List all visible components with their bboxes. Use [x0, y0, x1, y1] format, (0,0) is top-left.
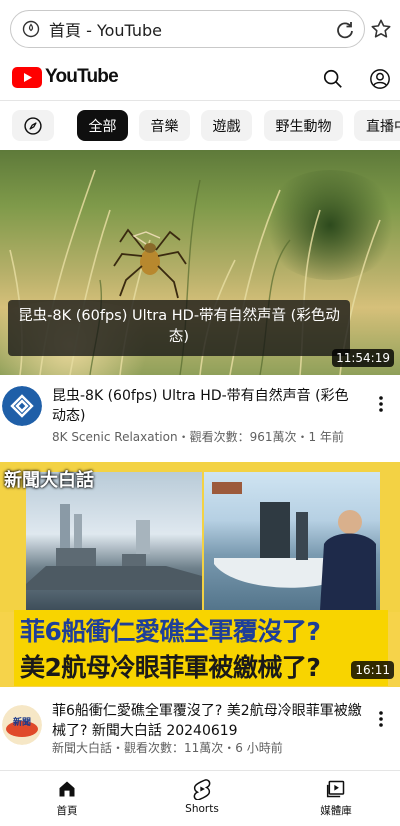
- video-meta: 新聞 菲6船衝仁愛礁全軍覆沒了? 美2航母冷眼菲軍被繳械了? 新聞大白話 202…: [0, 701, 400, 771]
- video-meta-text: 新聞大白話・觀看次數：11萬次・6 小時前: [52, 741, 283, 755]
- compass-icon: [24, 116, 42, 135]
- warship-image: [26, 472, 202, 610]
- bottom-navigation: 首頁 Shorts 媒體庫: [0, 770, 400, 826]
- site-info-icon[interactable]: [21, 19, 41, 39]
- nav-library-label: 媒體庫: [320, 805, 352, 817]
- boat-image: [204, 472, 380, 610]
- explore-compass-button[interactable]: [12, 110, 54, 141]
- chip-all[interactable]: 全部: [77, 110, 128, 141]
- more-options-icon[interactable]: [374, 392, 388, 416]
- video-duration: 11:54:19: [332, 349, 394, 367]
- nav-home[interactable]: 首頁: [27, 777, 107, 818]
- chip-gaming[interactable]: 遊戲: [201, 110, 252, 141]
- library-icon: [296, 777, 376, 801]
- thumbnail-banner: 菲6船衝仁愛礁全軍覆沒了? 美2航母冷眼菲軍被繳械了?: [14, 610, 388, 686]
- nav-shorts[interactable]: Shorts: [162, 777, 242, 815]
- thumbnail-caption: 昆虫-8K (60fps) Ultra HD-带有自然声音 (彩色动态): [8, 300, 350, 356]
- nav-shorts-label: Shorts: [185, 803, 219, 815]
- browser-toolbar: 首頁 - YouTube: [0, 0, 400, 58]
- nav-library[interactable]: 媒體庫: [296, 777, 376, 818]
- youtube-play-logo-icon: [12, 66, 42, 88]
- reload-icon[interactable]: [330, 15, 360, 45]
- address-bar[interactable]: 首頁 - YouTube: [10, 10, 365, 48]
- channel-logo-overlay: 新聞大白話: [4, 470, 94, 491]
- video-title[interactable]: 菲6船衝仁愛礁全軍覆沒了? 美2航母冷眼菲軍被繳械了? 新聞大白話 202406…: [52, 701, 362, 741]
- search-icon[interactable]: [318, 64, 348, 94]
- channel-avatar[interactable]: 新聞: [2, 705, 42, 745]
- video-thumbnail[interactable]: 昆虫-8K (60fps) Ultra HD-带有自然声音 (彩色动态) 11:…: [0, 150, 400, 375]
- account-icon[interactable]: [365, 64, 395, 94]
- url-text: 首頁 - YouTube: [49, 21, 163, 40]
- youtube-logo-text: YouTube: [45, 66, 119, 87]
- video-meta-text: 8K Scenic Relaxation・觀看次數：961萬次・1 年前: [52, 430, 344, 444]
- more-options-icon[interactable]: [374, 707, 388, 731]
- shorts-icon: [162, 777, 242, 801]
- svg-text:新聞: 新聞: [13, 716, 31, 728]
- channel-avatar[interactable]: [2, 386, 42, 426]
- banner-line-2: 美2航母冷眼菲軍被繳械了?: [20, 653, 321, 682]
- chip-wildlife[interactable]: 野生動物: [264, 110, 343, 141]
- nav-home-label: 首頁: [56, 805, 78, 817]
- chip-music[interactable]: 音樂: [139, 110, 190, 141]
- youtube-header: YouTube: [0, 58, 400, 100]
- video-thumbnail[interactable]: 新聞大白話 菲6船衝仁愛礁全軍覆沒了? 美2航母冷眼菲軍被繳械了? 16:11: [0, 462, 400, 687]
- youtube-logo[interactable]: YouTube: [12, 66, 119, 88]
- chip-live[interactable]: 直播中: [354, 110, 400, 141]
- bookmark-star-icon[interactable]: [368, 16, 394, 42]
- video-duration: 16:11: [351, 661, 394, 679]
- home-icon: [27, 777, 107, 801]
- video-title[interactable]: 昆虫-8K (60fps) Ultra HD-带有自然声音 (彩色动态): [52, 386, 362, 426]
- video-meta: 昆虫-8K (60fps) Ultra HD-带有自然声音 (彩色动态) 8K …: [0, 386, 400, 456]
- category-chip-bar: 全部 音樂 遊戲 野生動物 直播中: [0, 100, 400, 148]
- banner-line-1: 菲6船衝仁愛礁全軍覆沒了?: [20, 617, 321, 646]
